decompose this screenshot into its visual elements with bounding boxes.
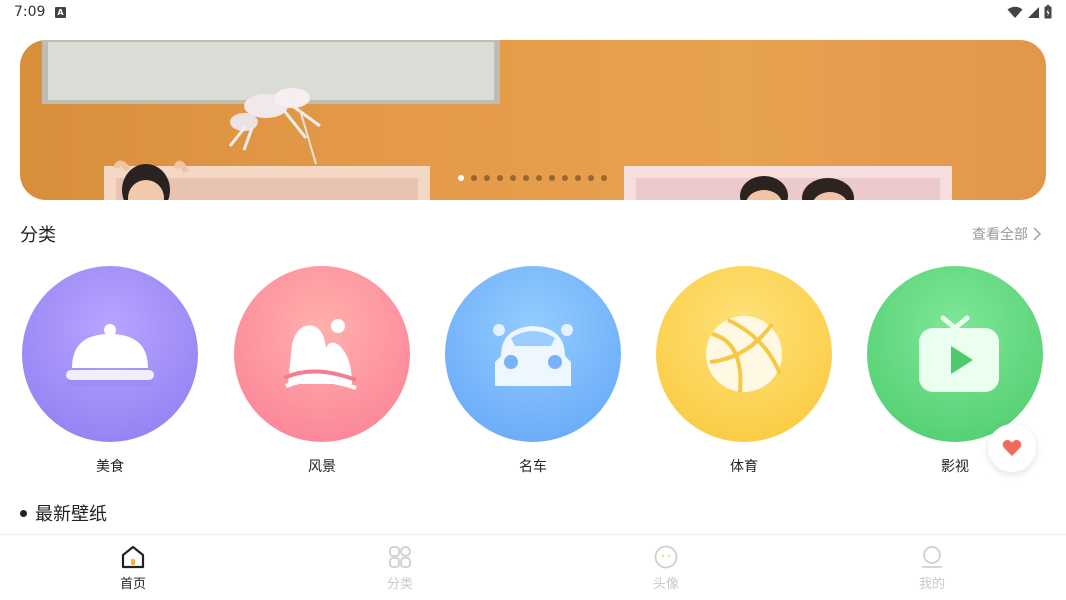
wifi-icon — [1007, 6, 1023, 18]
bullet-dot — [20, 509, 27, 517]
food-cloche-icon — [66, 324, 154, 386]
status-bar: 7:09 A — [0, 0, 1066, 26]
profile-icon — [922, 546, 942, 568]
category-label: 体育 — [730, 459, 758, 475]
section-title-categories: 分类 — [20, 225, 56, 246]
carousel-dot[interactable] — [458, 175, 464, 181]
category-item-sports[interactable]: 体育 — [656, 266, 832, 476]
chevron-right-icon — [1033, 227, 1042, 241]
carousel-dot[interactable] — [484, 175, 490, 181]
category-circle — [22, 266, 198, 442]
carousel-indicator — [458, 175, 607, 181]
basketball-icon — [706, 316, 782, 393]
category-circle — [867, 266, 1043, 442]
carousel-dot[interactable] — [536, 175, 542, 181]
category-label: 美食 — [96, 459, 124, 475]
tv-play-icon — [919, 315, 999, 392]
favorite-button[interactable] — [988, 424, 1036, 472]
landscape-icon — [283, 319, 357, 390]
avatar-icon — [654, 545, 678, 569]
nav-label: 分类 — [386, 577, 413, 592]
status-time: 7:09 — [14, 4, 46, 20]
nav-item-profile[interactable]: 我的 — [892, 545, 972, 592]
category-item-food[interactable]: 美食 — [22, 266, 198, 476]
carousel-dot[interactable] — [588, 175, 594, 181]
nav-label: 我的 — [918, 577, 945, 592]
section-title-latest: 最新壁纸 — [35, 504, 107, 525]
category-label: 名车 — [519, 459, 547, 475]
category-item-car[interactable]: 名车 — [445, 266, 621, 476]
carousel-dot[interactable] — [510, 175, 516, 181]
app-screen: 7:09 A 分类 查看全部 美食 风景 名车 体育 影视 最新壁纸 首页 分类… — [0, 0, 1066, 600]
nav-label: 头像 — [652, 577, 679, 592]
carousel-dot[interactable] — [549, 175, 555, 181]
heart-icon — [1002, 440, 1022, 456]
notification-a-icon: A — [55, 7, 66, 18]
category-circle — [445, 266, 621, 442]
carousel-dot[interactable] — [562, 175, 568, 181]
nav-label: 首页 — [119, 577, 146, 592]
carousel-dot[interactable] — [601, 175, 607, 181]
grid-icon — [389, 546, 411, 568]
view-all-link[interactable]: 查看全部 — [972, 224, 1042, 244]
nav-item-avatar[interactable]: 头像 — [626, 545, 706, 592]
nav-item-home[interactable]: 首页 — [93, 545, 173, 592]
carousel-dot[interactable] — [575, 175, 581, 181]
carousel-dot[interactable] — [471, 175, 477, 181]
carousel-dot[interactable] — [523, 175, 529, 181]
carousel-dot[interactable] — [497, 175, 503, 181]
battery-icon — [1044, 5, 1052, 19]
status-icons — [1007, 5, 1052, 19]
car-icon — [493, 324, 573, 386]
nav-item-category[interactable]: 分类 — [360, 545, 440, 592]
banner-carousel[interactable] — [20, 40, 1046, 200]
category-label: 风景 — [308, 459, 336, 475]
category-item-landscape[interactable]: 风景 — [234, 266, 410, 476]
category-circle — [234, 266, 410, 442]
signal-icon — [1028, 6, 1039, 18]
latest-section-header: 最新壁纸 — [20, 500, 107, 526]
category-circle — [656, 266, 832, 442]
view-all-label: 查看全部 — [972, 227, 1028, 243]
bottom-nav: 首页 分类 头像 我的 — [0, 534, 1066, 600]
home-icon — [121, 545, 145, 569]
